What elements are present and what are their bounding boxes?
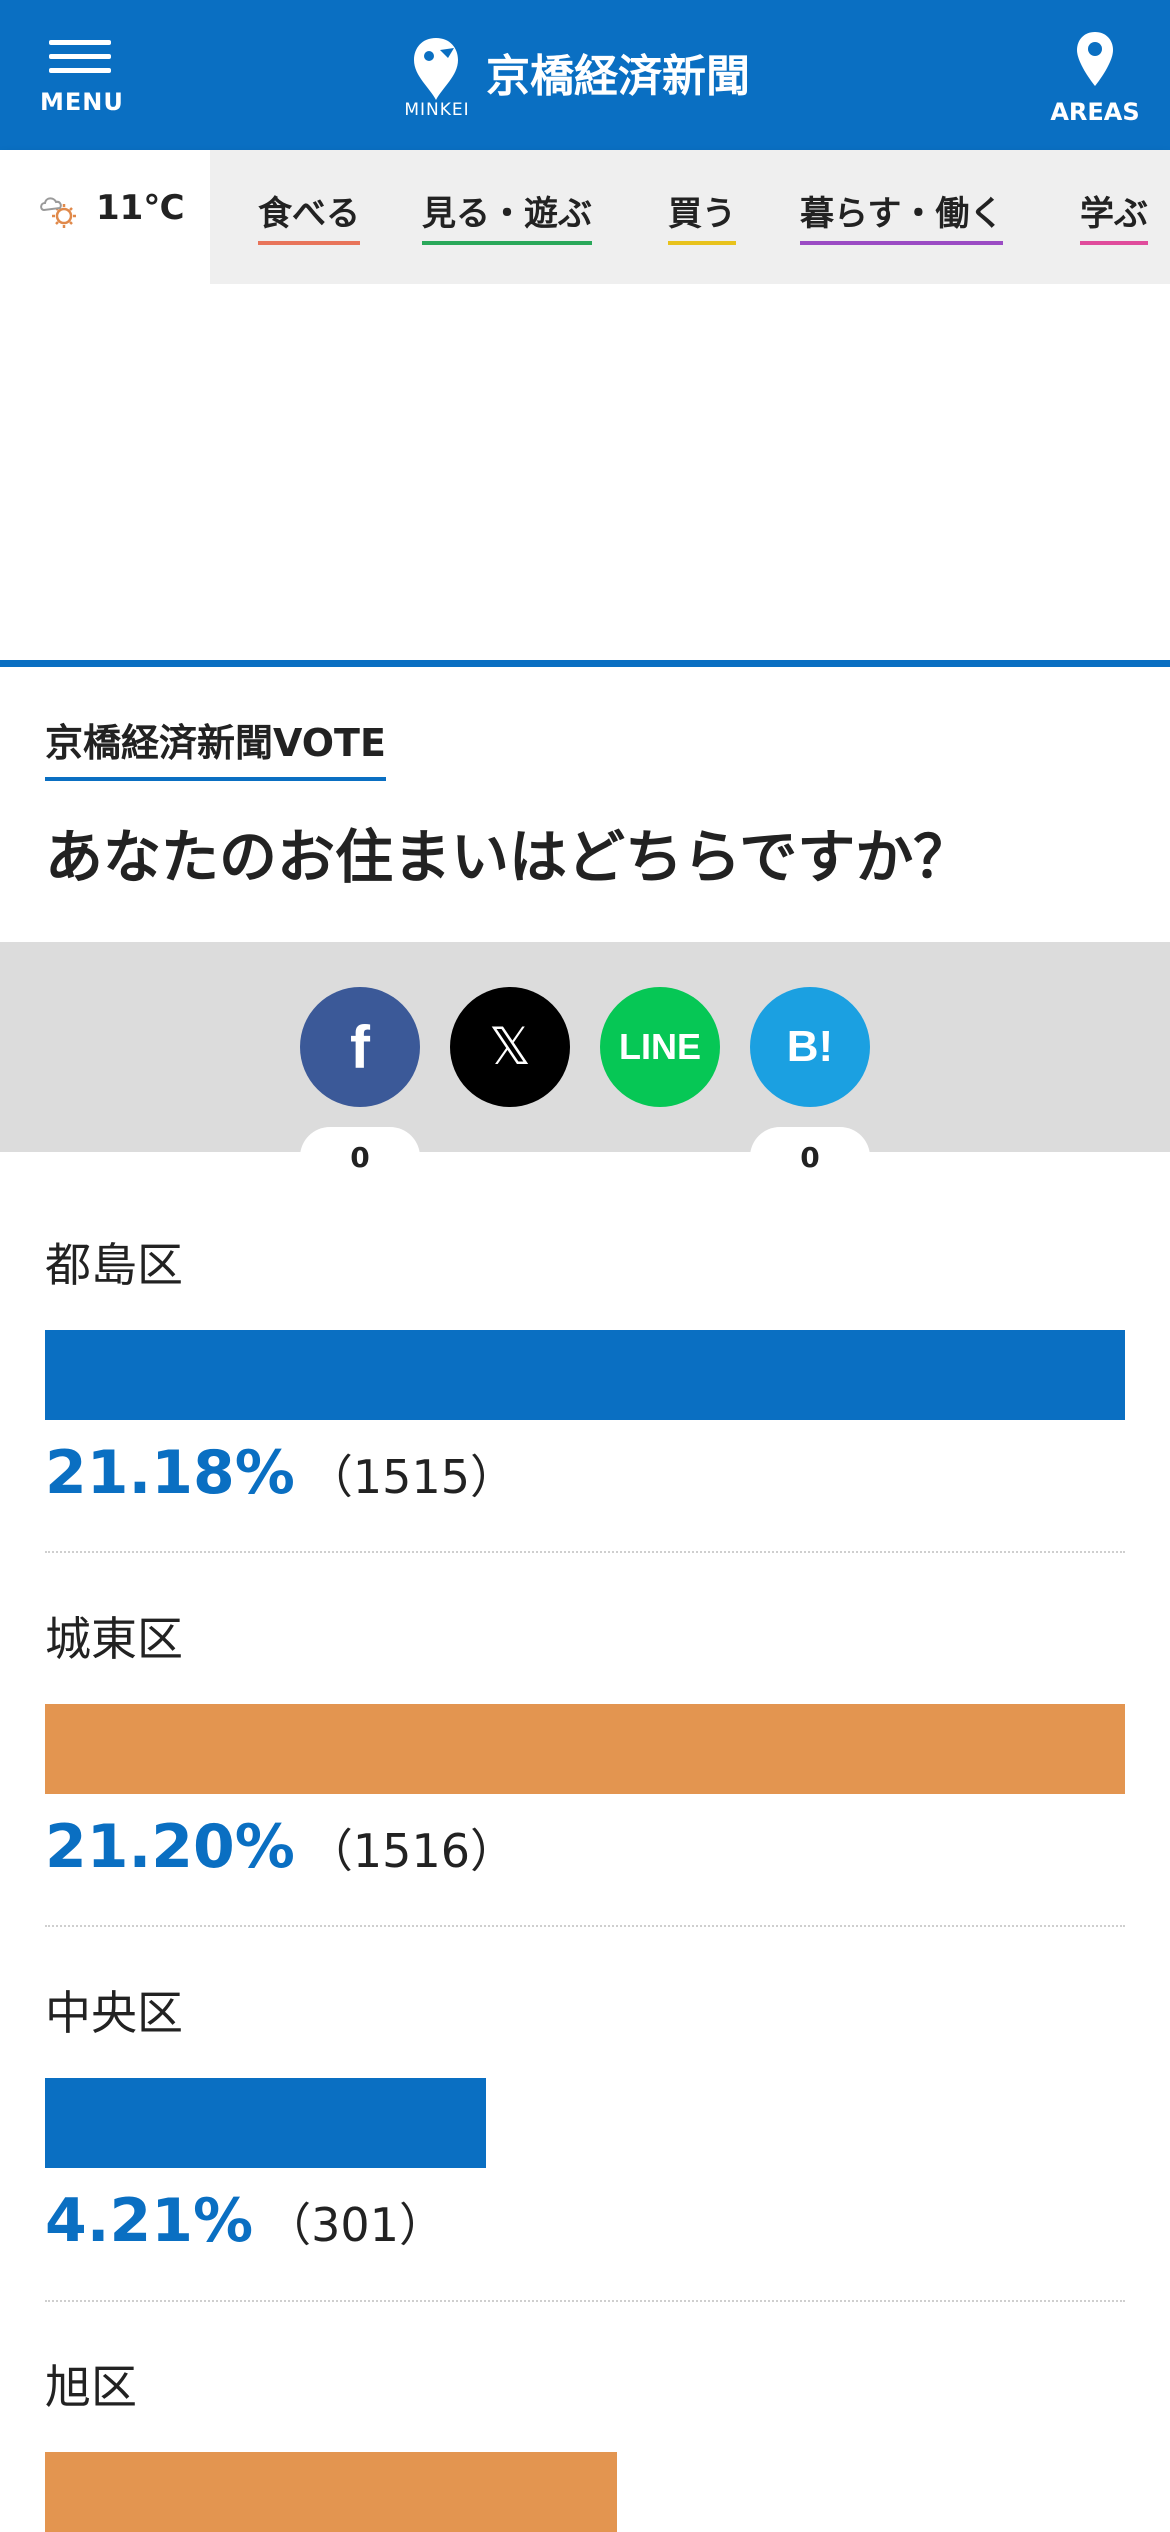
vote-option[interactable]: 旭区	[45, 2352, 1125, 2532]
option-result-bar	[45, 1330, 1125, 1420]
category-underline	[1080, 241, 1148, 245]
category-label: 食べる	[258, 194, 360, 234]
category-nav: 11℃ 食べる 見る・遊ぶ 買う 暮らす・働く 学ぶ	[0, 150, 1170, 284]
section-divider	[0, 660, 1170, 667]
option-divider	[45, 1925, 1125, 1927]
areas-label: AREAS	[1050, 98, 1140, 126]
vote-option[interactable]: 中央区 4.21% （301）	[45, 1978, 1125, 2256]
temperature: 11℃	[96, 188, 185, 228]
ad-space	[0, 284, 1170, 660]
category-manabu[interactable]: 学ぶ	[1080, 186, 1148, 245]
vote-section-label: 京橋経済新聞VOTE	[45, 712, 386, 781]
x-icon: 𝕏	[489, 1017, 531, 1077]
hamburger-icon	[49, 36, 111, 76]
option-result: 21.18% （1515）	[45, 1438, 1125, 1508]
cloudy-sun-icon	[40, 197, 76, 228]
category-miru-asobu[interactable]: 見る・遊ぶ	[422, 186, 592, 245]
category-label: 学ぶ	[1080, 194, 1148, 234]
hatena-bookmark-button[interactable]: B!	[750, 987, 870, 1107]
category-kau[interactable]: 買う	[668, 186, 736, 245]
option-label: 旭区	[45, 2360, 137, 2414]
hatena-icon: B!	[786, 1022, 834, 1071]
category-underline	[800, 241, 1004, 245]
logo-subtitle: MINKEI	[404, 100, 470, 120]
minkei-logo-icon	[414, 38, 458, 100]
site-logo[interactable]: MINKEI 京橋経済新聞	[400, 36, 780, 120]
site-title: 京橋経済新聞	[486, 51, 750, 102]
menu-label: MENU	[40, 88, 124, 116]
option-label: 都島区	[45, 1238, 183, 1292]
map-pin-icon	[1077, 32, 1113, 86]
site-header: MENU MINKEI 京橋経済新聞 AREAS	[0, 0, 1170, 150]
vote-option[interactable]: 都島区 21.18% （1515）	[45, 1230, 1125, 1508]
option-divider	[45, 2300, 1125, 2302]
option-percent: 4.21%	[45, 2186, 254, 2256]
areas-button[interactable]: AREAS	[1050, 30, 1140, 126]
facebook-share-count: 0	[300, 1127, 420, 1187]
category-kurasu-hataraku[interactable]: 暮らす・働く	[800, 186, 1004, 245]
menu-button[interactable]: MENU	[40, 36, 124, 116]
option-result-bar	[45, 2452, 618, 2532]
option-label: 城東区	[45, 1612, 183, 1666]
hatena-bookmark-count: 0	[750, 1127, 870, 1187]
option-result-bar	[45, 1704, 1125, 1794]
share-bar: f 0 𝕏 LINE B! 0	[0, 942, 1170, 1187]
category-underline	[258, 241, 360, 245]
facebook-share-button[interactable]: f	[300, 987, 420, 1107]
option-vote-count: （301）	[265, 2198, 445, 2252]
category-underline	[422, 241, 592, 245]
weather-widget[interactable]: 11℃	[0, 150, 210, 284]
category-label: 買う	[668, 194, 736, 234]
option-result-bar	[45, 2078, 486, 2168]
option-result: 21.20% （1516）	[45, 1812, 1125, 1882]
option-result: 4.21% （301）	[45, 2186, 1125, 2256]
facebook-icon: f	[350, 1013, 370, 1081]
option-label: 中央区	[45, 1986, 183, 2040]
category-label: 見る・遊ぶ	[422, 194, 592, 234]
x-share-button[interactable]: 𝕏	[450, 987, 570, 1107]
option-vote-count: （1515）	[306, 1450, 516, 1504]
option-percent: 21.18%	[45, 1438, 295, 1508]
option-divider	[45, 1551, 1125, 1553]
category-underline	[668, 241, 736, 245]
option-vote-count: （1516）	[306, 1824, 516, 1878]
line-share-button[interactable]: LINE	[600, 987, 720, 1107]
vote-question: あなたのお住まいはどちらですか？	[45, 823, 972, 891]
category-label: 暮らす・働く	[800, 194, 1004, 234]
line-icon: LINE	[618, 1026, 701, 1067]
category-taberu[interactable]: 食べる	[258, 186, 360, 245]
vote-option[interactable]: 城東区 21.20% （1516）	[45, 1604, 1125, 1882]
option-percent: 21.20%	[45, 1812, 295, 1882]
